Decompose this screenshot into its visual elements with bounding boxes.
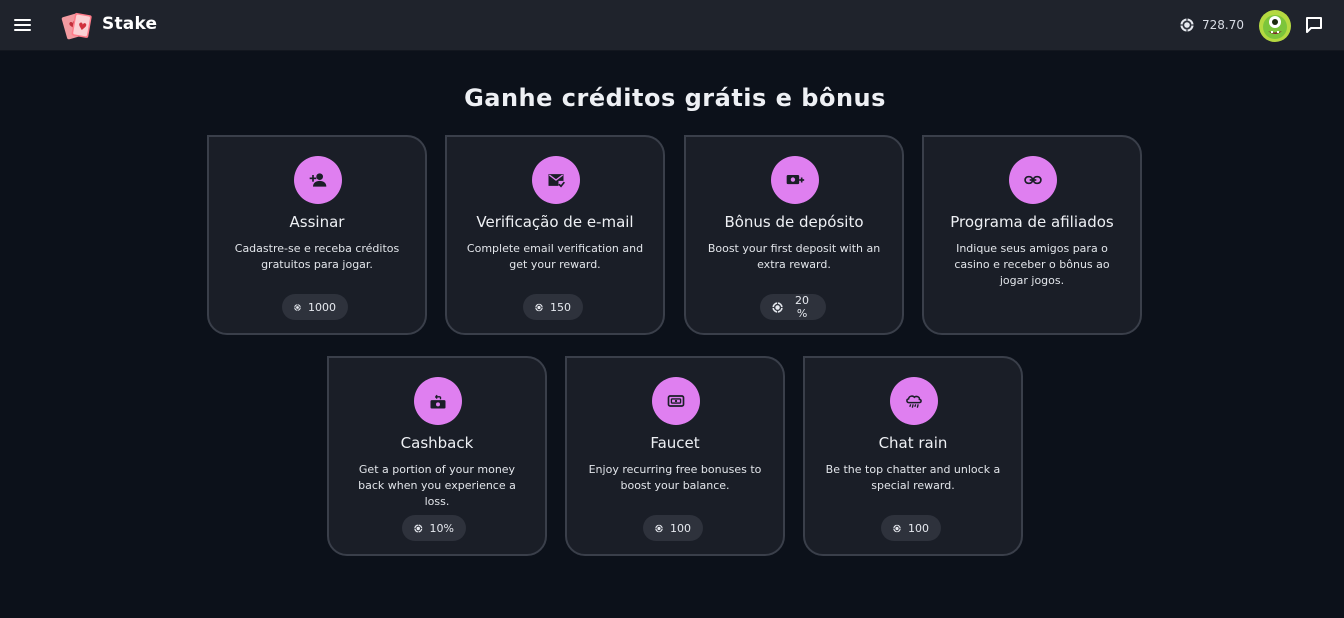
reward-badge[interactable]: 100 xyxy=(881,515,941,541)
card-title: Bônus de depósito xyxy=(724,213,864,231)
cashback-icon xyxy=(414,377,462,425)
bonus-card-deposit-bonus[interactable]: Bônus de depósito Boost your first depos… xyxy=(684,135,904,335)
balance-display[interactable]: 728.70 xyxy=(1180,16,1244,34)
reward-value: 100 xyxy=(670,521,691,535)
card-description: Enjoy recurring free bonuses to boost yo… xyxy=(588,463,762,492)
reward-badge[interactable]: 10% xyxy=(402,515,466,541)
hamburger-menu-icon[interactable] xyxy=(12,14,34,36)
bonus-card-chat-rain[interactable]: Chat rain Be the top chatter and unlock … xyxy=(803,356,1023,556)
link-icon xyxy=(1009,156,1057,204)
reward-badge[interactable]: 100 xyxy=(643,515,703,541)
avatar[interactable] xyxy=(1259,10,1291,42)
bonus-card-assinar[interactable]: Assinar Cadastre-se e receba créditos gr… xyxy=(207,135,427,335)
card-description: Indique seus amigos para o casino e rece… xyxy=(954,242,1110,287)
playing-cards-logo[interactable]: ♥ ♥ xyxy=(60,10,94,42)
balance-value: 728.70 xyxy=(1202,18,1244,32)
coin-icon xyxy=(294,301,301,314)
coin-icon xyxy=(1180,18,1194,32)
card-title: Programa de afiliados xyxy=(950,213,1114,231)
card-title: Verificação de e-mail xyxy=(476,213,634,231)
brand-name[interactable]: Stake xyxy=(102,14,157,34)
top-navigation-bar: ♥ ♥ Stake 728.70 xyxy=(0,0,1344,51)
money-plus-icon xyxy=(771,156,819,204)
mail-check-icon xyxy=(532,156,580,204)
reward-badge[interactable]: 1000 xyxy=(282,294,348,320)
bonus-card-email-verification[interactable]: Verificação de e-mail Complete email ver… xyxy=(445,135,665,335)
banknote-icon xyxy=(652,377,700,425)
svg-text:♥: ♥ xyxy=(77,21,88,33)
page-title: Ganhe créditos grátis e bônus xyxy=(464,84,886,112)
card-title: Faucet xyxy=(650,434,700,452)
bonus-card-cashback[interactable]: Cashback Get a portion of your money bac… xyxy=(327,356,547,556)
card-title: Assinar xyxy=(289,213,345,231)
card-description: Boost your first deposit with an extra r… xyxy=(707,242,881,271)
cloud-rain-icon xyxy=(890,377,938,425)
reward-badge[interactable]: 20 % xyxy=(760,294,826,320)
reward-value: 150 xyxy=(550,300,571,314)
coin-icon xyxy=(655,522,663,535)
reward-value: 20 % xyxy=(795,294,810,320)
bonus-card-faucet[interactable]: Faucet Enjoy recurring free bonuses to b… xyxy=(565,356,785,556)
bonus-card-affiliate-program[interactable]: Programa de afiliados Indique seus amigo… xyxy=(922,135,1142,335)
card-description: Be the top chatter and unlock a special … xyxy=(825,463,1001,492)
card-description: Cadastre-se e receba créditos gratuitos … xyxy=(234,242,400,271)
card-description: Get a portion of your money back when yo… xyxy=(358,463,516,508)
add-user-icon xyxy=(294,156,342,204)
card-description: Complete email verification and get your… xyxy=(466,242,644,271)
reward-badge[interactable]: 150 xyxy=(523,294,583,320)
reward-value: 1000 xyxy=(308,300,336,314)
coin-icon xyxy=(893,522,901,535)
coin-icon xyxy=(535,301,543,314)
reward-value: 100 xyxy=(908,521,929,535)
card-title: Chat rain xyxy=(878,434,948,452)
coin-icon xyxy=(414,522,423,535)
reward-value: 10% xyxy=(429,521,454,535)
coin-icon xyxy=(772,301,783,314)
card-title: Cashback xyxy=(400,434,474,452)
chat-bubble-icon[interactable] xyxy=(1304,15,1324,35)
